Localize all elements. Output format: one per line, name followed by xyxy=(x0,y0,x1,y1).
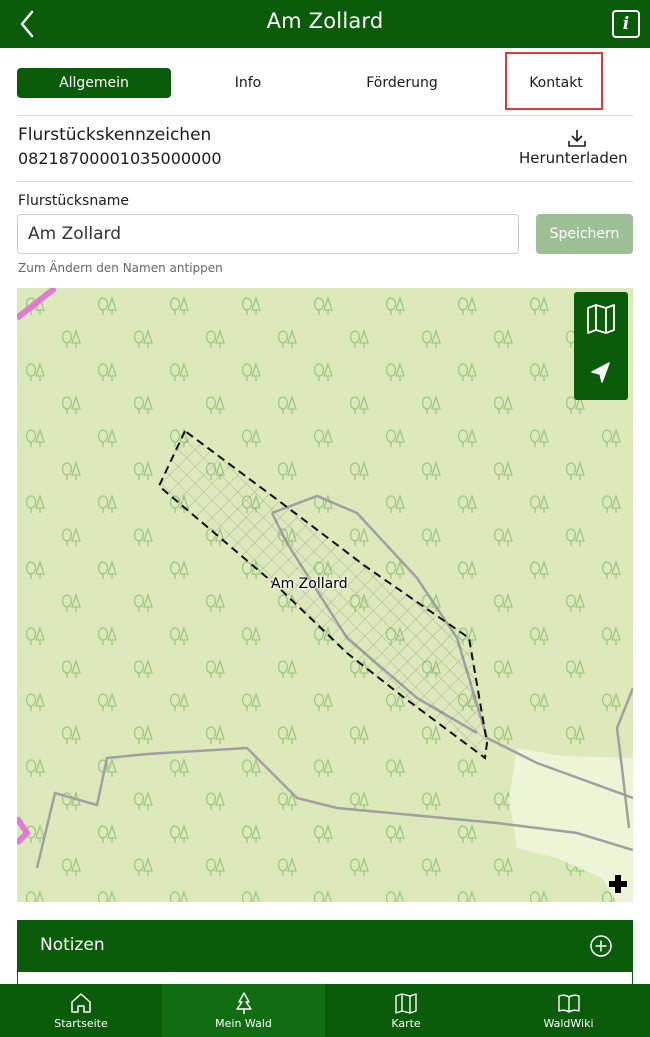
tab-allgemein[interactable]: Allgemein xyxy=(17,68,171,98)
map-canvas xyxy=(17,288,633,902)
nav-label: Karte xyxy=(391,1017,421,1030)
locate-icon xyxy=(591,362,610,383)
parcel-id-value: 08218700001035000000 xyxy=(18,149,222,168)
tab-foerderung[interactable]: Förderung xyxy=(347,68,457,98)
map-controls xyxy=(574,292,628,400)
nav-label: WaldWiki xyxy=(543,1017,594,1030)
map-icon xyxy=(395,993,417,1014)
info-button[interactable]: i xyxy=(612,10,640,38)
home-icon xyxy=(71,993,91,1013)
page-title: Am Zollard xyxy=(266,9,384,33)
book-icon xyxy=(557,994,580,1013)
nav-label: Startseite xyxy=(54,1017,108,1030)
kontakt-highlight-box xyxy=(505,52,603,110)
parcel-name-label: Flurstücksname xyxy=(18,193,130,209)
save-button[interactable]: Speichern xyxy=(536,214,633,254)
parcel-map[interactable]: Am Zollard xyxy=(17,288,633,902)
parcel-id-label: Flurstückskennzeichen xyxy=(18,125,212,145)
app-header: Am Zollard i xyxy=(0,0,650,48)
plus-circle-icon xyxy=(590,935,612,957)
locate-button[interactable] xyxy=(574,346,628,400)
divider xyxy=(17,115,633,116)
map-parcel-label: Am Zollard xyxy=(271,576,348,592)
divider xyxy=(17,181,633,182)
notes-title: Notizen xyxy=(40,935,105,955)
map-layers-button[interactable] xyxy=(574,292,628,346)
download-button[interactable]: Herunterladen xyxy=(515,128,635,168)
nav-karte[interactable]: Karte xyxy=(325,984,487,1037)
nav-label: Mein Wald xyxy=(215,1017,272,1030)
bottom-navigation: Startseite Mein Wald Karte WaldWiki xyxy=(0,984,650,1037)
tab-info[interactable]: Info xyxy=(194,68,302,98)
map-layers-icon xyxy=(587,304,615,334)
info-icon: i xyxy=(622,14,630,34)
add-note-button[interactable] xyxy=(589,934,613,958)
app: Am Zollard i Allgemein Info Förderung Ko… xyxy=(0,0,650,1037)
nav-waldwiki[interactable]: WaldWiki xyxy=(487,984,650,1037)
parcel-name-input[interactable] xyxy=(17,214,519,254)
nav-startseite[interactable]: Startseite xyxy=(0,984,162,1037)
name-hint: Zum Ändern den Namen antippen xyxy=(18,261,223,275)
tree-icon xyxy=(235,992,252,1014)
download-icon xyxy=(568,130,586,147)
download-label: Herunterladen xyxy=(519,149,628,167)
notes-section-header[interactable]: Notizen xyxy=(17,920,633,972)
nav-mein-wald[interactable]: Mein Wald xyxy=(162,984,325,1037)
